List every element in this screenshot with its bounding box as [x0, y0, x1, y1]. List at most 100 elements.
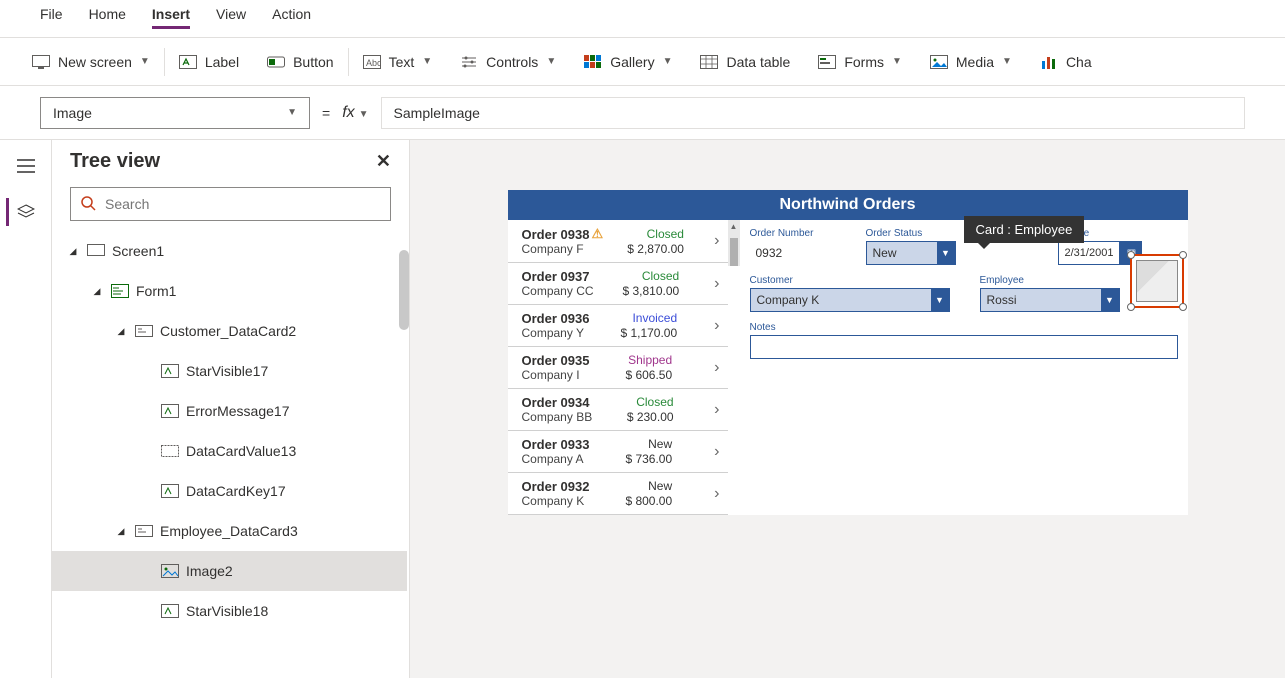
- order-list-item[interactable]: Order 0934 Company BB Closed $ 230.00 ›: [508, 389, 728, 431]
- order-company: Company Y: [522, 326, 590, 340]
- form-icon: [110, 283, 130, 299]
- selected-image-control[interactable]: [1130, 254, 1184, 308]
- label-icon: [160, 483, 180, 499]
- tree-node-employee-datacard[interactable]: ◢ Employee_DataCard3: [52, 511, 407, 551]
- property-dropdown[interactable]: Image ▼: [40, 97, 310, 129]
- tree-node-screen1[interactable]: ◢ Screen1: [52, 231, 407, 271]
- tree-node-image2[interactable]: Image2: [52, 551, 407, 591]
- fx-label[interactable]: fx ▼: [342, 104, 368, 122]
- order-number: Order 0935: [522, 353, 590, 368]
- forms-icon: [818, 53, 836, 71]
- resize-handle[interactable]: [1127, 251, 1135, 259]
- notes-input[interactable]: [750, 335, 1178, 359]
- order-status: Invoiced: [632, 311, 677, 325]
- menu-insert[interactable]: Insert: [152, 6, 190, 29]
- controls-dropdown[interactable]: Controls ▼: [446, 38, 570, 85]
- employee-label: Employee: [980, 275, 1120, 286]
- tree-search[interactable]: [70, 187, 391, 221]
- order-company: Company CC: [522, 284, 594, 298]
- order-list-item[interactable]: Order 0937 Company CC Closed $ 3,810.00 …: [508, 263, 728, 305]
- order-gallery[interactable]: Order 0938⚠ Company F Closed $ 2,870.00 …: [508, 220, 728, 515]
- chevron-right-icon: ›: [708, 485, 719, 503]
- chevron-down-icon: ▼: [1002, 56, 1012, 67]
- chart-icon: [1040, 53, 1058, 71]
- menu-file[interactable]: File: [40, 6, 63, 29]
- order-amount: $ 800.00: [625, 494, 672, 508]
- screen-icon: [32, 53, 50, 71]
- close-icon[interactable]: ✕: [376, 151, 391, 172]
- forms-dropdown[interactable]: Forms ▼: [804, 38, 916, 85]
- collapse-icon[interactable]: ◢: [114, 526, 128, 537]
- order-amount: $ 2,870.00: [627, 242, 684, 256]
- tree-node-starvisible17[interactable]: StarVisible17: [52, 351, 407, 391]
- datatable-button[interactable]: Data table: [686, 38, 804, 85]
- resize-handle[interactable]: [1127, 303, 1135, 311]
- screen-icon: [86, 243, 106, 259]
- order-status-label: Order Status: [866, 228, 956, 239]
- order-number-value: 0932: [750, 241, 850, 265]
- menu-home[interactable]: Home: [89, 6, 126, 29]
- notes-label: Notes: [750, 322, 1178, 333]
- order-status-select[interactable]: New▼: [866, 241, 956, 265]
- order-list-item[interactable]: Order 0936 Company Y Invoiced $ 1,170.00…: [508, 305, 728, 347]
- chevron-right-icon: ›: [708, 317, 719, 335]
- resize-handle[interactable]: [1179, 303, 1187, 311]
- order-list-item[interactable]: Order 0932 Company K New $ 800.00 ›: [508, 473, 728, 515]
- text-dropdown[interactable]: Abc Text ▼: [349, 38, 447, 85]
- app-preview: Northwind Orders Order 0938⚠ Company F C…: [508, 190, 1188, 515]
- menu-action[interactable]: Action: [272, 6, 311, 29]
- layers-icon[interactable]: [6, 198, 42, 226]
- collapse-icon[interactable]: ◢: [114, 326, 128, 337]
- resize-handle[interactable]: [1179, 251, 1187, 259]
- tree-node-customer-datacard[interactable]: ◢ Customer_DataCard2: [52, 311, 407, 351]
- order-company: Company BB: [522, 410, 593, 424]
- order-list-item[interactable]: Order 0938⚠ Company F Closed $ 2,870.00 …: [508, 220, 728, 263]
- tree-node-datacardvalue13[interactable]: DataCardValue13: [52, 431, 407, 471]
- insert-ribbon: New screen ▼ Label Button Abc Text ▼ Con…: [0, 38, 1285, 86]
- formula-input[interactable]: SampleImage: [381, 97, 1245, 129]
- media-icon: [930, 53, 948, 71]
- tree-node-errormessage17[interactable]: ErrorMessage17: [52, 391, 407, 431]
- label-icon: [160, 603, 180, 619]
- image-icon: [160, 563, 180, 579]
- order-company: Company K: [522, 494, 590, 508]
- gallery-dropdown[interactable]: Gallery ▼: [570, 38, 686, 85]
- text-icon: Abc: [363, 53, 381, 71]
- collapse-icon[interactable]: ◢: [90, 286, 104, 297]
- order-status: Closed: [636, 395, 673, 409]
- order-status: Shipped: [628, 353, 672, 367]
- app-title: Northwind Orders: [508, 190, 1188, 220]
- customer-label: Customer: [750, 275, 950, 286]
- label-icon: [179, 53, 197, 71]
- charts-dropdown[interactable]: Cha: [1026, 38, 1106, 85]
- tree-view-panel: Tree view ✕ ◢ Screen1 ◢ Form1 ◢ Customer…: [52, 140, 410, 678]
- tree-scrollbar[interactable]: [397, 250, 409, 550]
- image-placeholder-icon: [1136, 260, 1178, 302]
- customer-select[interactable]: Company K▼: [750, 288, 950, 312]
- chevron-down-icon: ▼: [546, 56, 556, 67]
- search-input[interactable]: [105, 196, 380, 212]
- order-number-label: Order Number: [750, 228, 850, 239]
- gallery-scrollbar[interactable]: ▲: [728, 220, 740, 266]
- order-list-item[interactable]: Order 0935 Company I Shipped $ 606.50 ›: [508, 347, 728, 389]
- tree-node-starvisible18[interactable]: StarVisible18: [52, 591, 407, 631]
- media-dropdown[interactable]: Media ▼: [916, 38, 1026, 85]
- tree-node-datacardkey17[interactable]: DataCardKey17: [52, 471, 407, 511]
- menu-bar: File Home Insert View Action: [0, 0, 1285, 38]
- tree-node-form1[interactable]: ◢ Form1: [52, 271, 407, 311]
- new-screen-button[interactable]: New screen ▼: [18, 38, 164, 85]
- card-tooltip: Card : Employee: [964, 216, 1085, 243]
- order-list-item[interactable]: Order 0933 Company A New $ 736.00 ›: [508, 431, 728, 473]
- order-status: Closed: [647, 227, 684, 241]
- order-status: New: [648, 437, 672, 451]
- employee-select[interactable]: Rossi▼: [980, 288, 1120, 312]
- button-button[interactable]: Button: [253, 38, 347, 85]
- hamburger-icon[interactable]: [8, 152, 44, 180]
- label-button[interactable]: Label: [165, 38, 253, 85]
- left-rail: [0, 140, 52, 678]
- gallery-icon: [584, 53, 602, 71]
- menu-view[interactable]: View: [216, 6, 246, 29]
- canvas[interactable]: Northwind Orders Order 0938⚠ Company F C…: [410, 140, 1285, 678]
- collapse-icon[interactable]: ◢: [66, 246, 80, 257]
- order-number: Order 0936: [522, 311, 590, 326]
